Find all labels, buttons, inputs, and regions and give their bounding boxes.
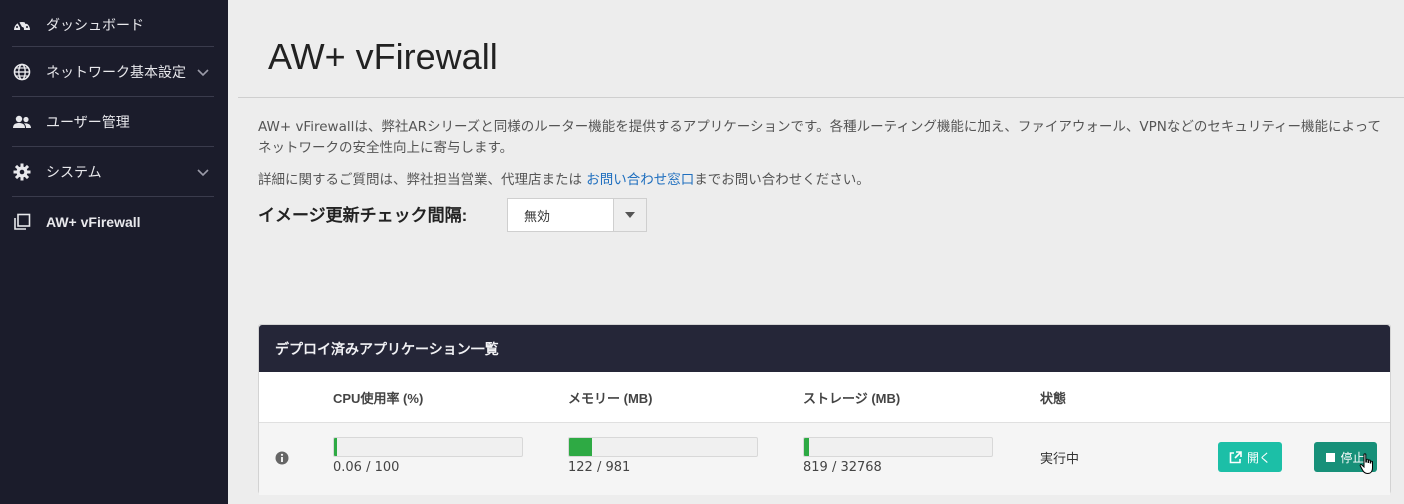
- contact-prefix: 詳細に関するご質問は、弊社担当営業、代理店または: [258, 172, 587, 188]
- sidebar-item-system[interactable]: システム: [0, 147, 228, 197]
- memory-usage-fill: [569, 438, 593, 456]
- info-icon[interactable]: [275, 451, 289, 465]
- open-button[interactable]: 開く: [1218, 442, 1282, 472]
- windows-icon: [12, 212, 32, 232]
- memory-usage-text: 122 / 981: [568, 460, 631, 475]
- image-check-interval-label: イメージ更新チェック間隔:: [258, 206, 468, 225]
- sidebar-item-users[interactable]: ユーザー管理: [0, 97, 228, 147]
- sidebar-item-label: AW+ vFirewall: [46, 214, 141, 230]
- column-header-memory: メモリー (MB): [568, 391, 653, 406]
- app-description: AW+ vFirewallは、弊社ARシリーズと同様のルーター機能を提供するアプ…: [258, 119, 1381, 156]
- column-header-cpu: CPU使用率 (%): [333, 391, 424, 406]
- column-header-storage: ストレージ (MB): [803, 391, 901, 406]
- sidebar-item-label: システム: [46, 165, 102, 181]
- globe-icon: [12, 62, 32, 82]
- status-text: 実行中: [1040, 452, 1080, 467]
- chevron-down-icon: [197, 169, 209, 177]
- speedometer-icon: [12, 15, 32, 35]
- contact-link[interactable]: お問い合わせ窓口: [586, 172, 694, 188]
- memory-usage-bar: [568, 437, 758, 457]
- sidebar-item-label: ダッシュボード: [46, 18, 144, 34]
- title-divider: [238, 97, 1404, 98]
- cpu-usage-bar: [333, 437, 523, 457]
- contact-suffix: までお問い合わせください。: [694, 172, 870, 188]
- external-link-icon: [1229, 450, 1242, 464]
- storage-usage-fill: [804, 438, 809, 456]
- storage-usage-bar: [803, 437, 993, 457]
- users-icon: [12, 112, 32, 132]
- gear-icon: [12, 162, 32, 182]
- sidebar-item-label: ネットワーク基本設定: [46, 65, 186, 81]
- chevron-down-icon: [197, 69, 209, 77]
- sidebar-item-vfirewall[interactable]: AW+ vFirewall: [0, 197, 228, 247]
- deployed-apps-panel: デプロイ済みアプリケーション一覧 CPU使用率 (%) メモリー (MB) スト…: [258, 324, 1391, 495]
- caret-down-icon: [625, 212, 635, 218]
- contact-text: 詳細に関するご質問は、弊社担当営業、代理店または お問い合わせ窓口までお問い合わ…: [258, 168, 870, 188]
- sidebar-item-dashboard[interactable]: ダッシュボード: [0, 0, 228, 50]
- cpu-usage-text: 0.06 / 100: [333, 460, 400, 475]
- page-title: AW+ vFirewall: [268, 36, 498, 77]
- main-content: AW+ vFirewall AW+ vFirewallは、弊社ARシリーズと同様…: [228, 0, 1404, 504]
- dropdown-arrow[interactable]: [613, 199, 646, 231]
- open-button-label: 開く: [1246, 450, 1271, 465]
- sidebar: ダッシュボード ネットワーク基本設定 ユーザー管理 システム AW+ vFire…: [0, 0, 228, 504]
- storage-usage-text: 819 / 32768: [803, 460, 882, 475]
- column-header-status: 状態: [1040, 391, 1067, 406]
- sidebar-item-label: ユーザー管理: [46, 115, 130, 131]
- select-value: 無効: [524, 209, 551, 225]
- hand-cursor-icon: [1359, 453, 1373, 475]
- cpu-usage-fill: [334, 438, 337, 456]
- sidebar-item-network[interactable]: ネットワーク基本設定: [0, 47, 228, 97]
- stop-icon: [1326, 452, 1336, 462]
- table-row: 0.06 / 100 122 / 981 819 / 32768 実行中 開く …: [259, 423, 1390, 495]
- panel-title: デプロイ済みアプリケーション一覧: [275, 340, 499, 357]
- image-check-interval-select[interactable]: 無効: [507, 198, 647, 232]
- panel-header: デプロイ済みアプリケーション一覧: [259, 325, 1390, 372]
